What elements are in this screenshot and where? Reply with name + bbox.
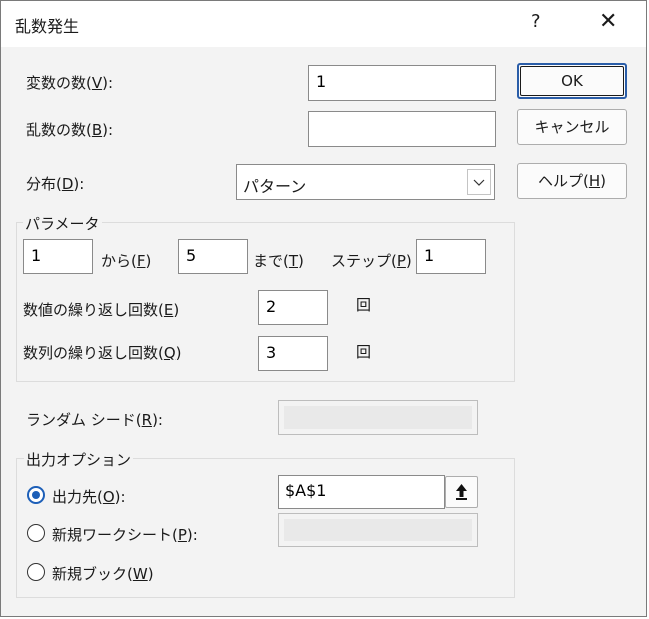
random-seed-label: ランダム シード(R): bbox=[26, 411, 163, 429]
help-icon[interactable]: ? bbox=[531, 11, 541, 32]
repeat-seq-unit: 回 bbox=[356, 343, 372, 361]
num-vars-label: 変数の数(V): bbox=[26, 74, 114, 92]
repeat-each-label: 数値の繰り返し回数(E) bbox=[23, 301, 180, 319]
repeat-each-unit: 回 bbox=[356, 296, 372, 314]
random-seed-field bbox=[278, 400, 478, 435]
range-select-button[interactable] bbox=[445, 476, 478, 508]
repeat-each-field[interactable]: 2 bbox=[258, 290, 328, 325]
distribution-select[interactable]: パターン bbox=[236, 164, 495, 200]
new-workbook-label[interactable]: 新規ブック(W) bbox=[52, 563, 154, 584]
repeat-seq-field[interactable]: 3 bbox=[258, 336, 328, 371]
help-button[interactable]: ヘルプ(H) bbox=[517, 163, 627, 199]
cancel-button[interactable]: キャンセル bbox=[517, 109, 627, 145]
title-bar: 乱数発生 ? ✕ bbox=[1, 1, 646, 47]
from-field[interactable]: 1 bbox=[23, 239, 93, 274]
new-worksheet-field bbox=[278, 513, 478, 547]
step-label: ステップ(P) bbox=[331, 252, 412, 270]
ok-button[interactable]: OK bbox=[517, 63, 627, 99]
num-randoms-field[interactable] bbox=[308, 111, 496, 147]
new-worksheet-label[interactable]: 新規ワークシート(P): bbox=[52, 524, 198, 545]
num-randoms-label: 乱数の数(B): bbox=[26, 121, 114, 139]
output-range-label[interactable]: 出力先(O): bbox=[52, 486, 126, 507]
repeat-seq-label: 数列の繰り返し回数(Q) bbox=[23, 344, 182, 362]
radio-dot bbox=[32, 491, 40, 499]
to-label: まで(T) bbox=[253, 252, 304, 270]
ok-focus-ring bbox=[520, 66, 624, 96]
random-seed-field-inner bbox=[284, 406, 472, 429]
distribution-label: 分布(D): bbox=[26, 175, 85, 193]
chevron-down-icon[interactable] bbox=[467, 169, 491, 195]
output-options-group-label: 出力オプション bbox=[24, 449, 134, 470]
to-field[interactable]: 5 bbox=[178, 239, 248, 274]
from-label: から(F) bbox=[101, 252, 152, 270]
parameters-group-label: パラメータ bbox=[23, 213, 102, 234]
collapse-arrow-icon bbox=[456, 484, 467, 500]
num-vars-field[interactable]: 1 bbox=[308, 65, 496, 101]
close-icon[interactable]: ✕ bbox=[599, 9, 617, 34]
dialog-title: 乱数発生 bbox=[15, 17, 80, 36]
radio-output-range[interactable] bbox=[27, 486, 45, 504]
radio-new-workbook[interactable] bbox=[27, 563, 45, 581]
new-worksheet-field-inner bbox=[284, 519, 472, 541]
step-field[interactable]: 1 bbox=[416, 239, 486, 274]
radio-new-worksheet[interactable] bbox=[27, 524, 45, 542]
random-number-dialog: 乱数発生 ? ✕ 変数の数(V): 1 乱数の数(B): 分布(D): パターン… bbox=[0, 0, 647, 617]
output-range-field[interactable]: $A$1 bbox=[278, 475, 445, 509]
distribution-selected: パターン bbox=[243, 177, 307, 196]
